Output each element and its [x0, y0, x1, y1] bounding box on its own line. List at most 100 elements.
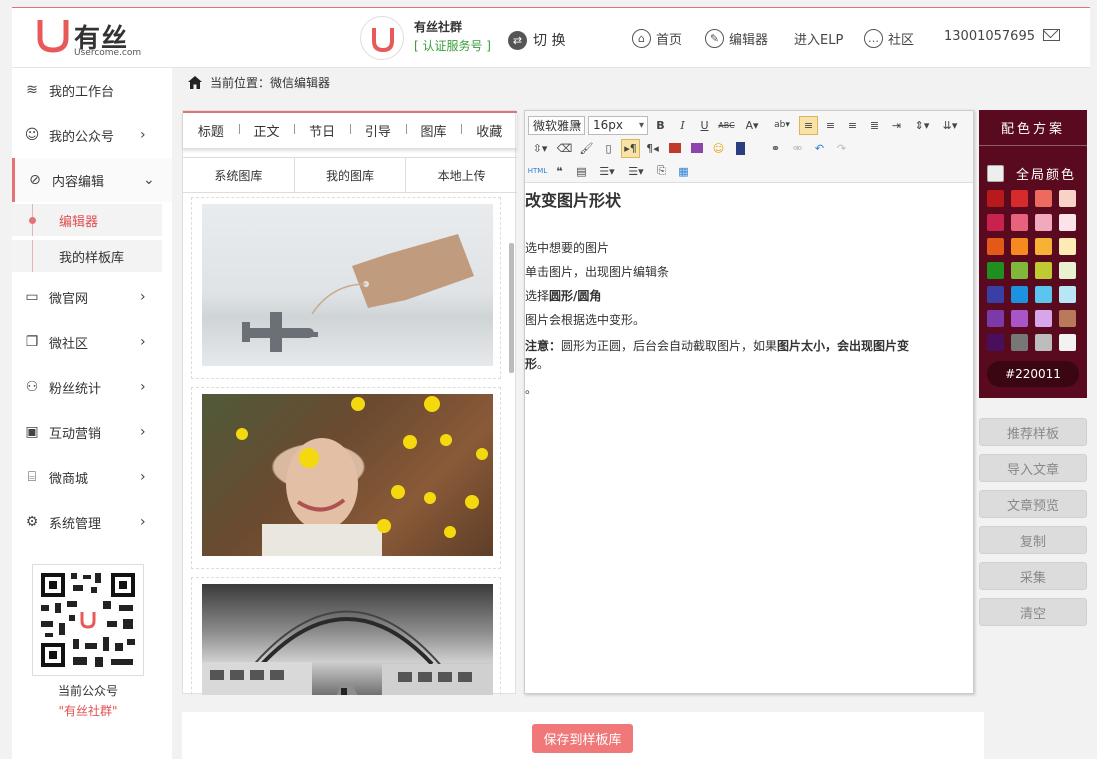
color-swatch[interactable] — [1011, 310, 1028, 327]
color-swatch[interactable] — [1035, 262, 1052, 279]
color-swatch[interactable] — [1059, 310, 1076, 327]
color-swatch[interactable] — [987, 214, 1004, 231]
strikethrough-icon[interactable]: ABC — [717, 116, 736, 135]
sidebar-item-workbench[interactable]: ≋ 我的工作台 — [12, 68, 172, 112]
eraser-icon[interactable]: ⌫ — [555, 139, 574, 158]
color-swatch[interactable] — [1011, 214, 1028, 231]
color-swatch[interactable] — [1035, 214, 1052, 231]
subtab-system-gallery[interactable]: 系统图库 — [183, 158, 295, 192]
color-swatch[interactable] — [1059, 238, 1076, 255]
multi-image-icon[interactable] — [687, 139, 706, 158]
undo-icon[interactable]: ↶ — [810, 139, 829, 158]
preview-article-button[interactable]: 文章预览 — [979, 490, 1087, 518]
sidebar-item-content-edit[interactable]: ⊘ 内容编辑 ⌄ — [12, 158, 172, 202]
nav-community[interactable]: … 社区 — [864, 29, 914, 48]
color-swatch[interactable] — [1011, 238, 1028, 255]
format-painter-icon[interactable]: 🖌 — [577, 139, 596, 158]
sidebar-item-marketing[interactable]: ▣ 互动营销 › — [12, 410, 172, 454]
bold-icon[interactable]: B — [651, 116, 670, 135]
font-color-icon[interactable]: A▾ — [739, 116, 765, 135]
color-swatch[interactable] — [1059, 262, 1076, 279]
sidebar-item-micro-site[interactable]: ▭ 微官网 › — [12, 275, 172, 319]
align-justify-icon[interactable]: ≣ — [865, 116, 884, 135]
color-swatch[interactable] — [1011, 286, 1028, 303]
indent-icon[interactable]: ⇥ — [887, 116, 906, 135]
nav-elp[interactable]: 进入ELP — [794, 29, 843, 48]
account-avatar[interactable] — [360, 16, 404, 60]
align-right-icon[interactable]: ≡ — [843, 116, 862, 135]
tab-title[interactable]: 标题 — [183, 121, 239, 140]
font-size-select[interactable]: 16px — [588, 115, 648, 135]
color-swatch[interactable] — [1035, 334, 1052, 351]
user-phone[interactable]: 13001057695 — [944, 29, 1035, 44]
ordered-list-icon[interactable]: ☰▾ — [594, 162, 620, 181]
import-article-button[interactable]: 导入文章 — [979, 454, 1087, 482]
redo-icon[interactable]: ↷ — [832, 139, 851, 158]
tab-body[interactable]: 正文 — [238, 121, 295, 140]
color-swatch[interactable] — [987, 238, 1004, 255]
link-icon[interactable]: ⚭ — [766, 139, 785, 158]
gallery-scrollbar[interactable] — [509, 243, 514, 373]
find-replace-icon[interactable]: ⎘ — [652, 162, 671, 181]
unlink-icon[interactable]: ⚮ — [788, 139, 807, 158]
clear-button[interactable]: 清空 — [979, 598, 1087, 626]
color-swatch[interactable] — [1035, 238, 1052, 255]
tab-favorites[interactable]: 收藏 — [461, 121, 517, 140]
sidebar-subitem-templates[interactable]: 我的样板库 — [12, 240, 162, 272]
table-icon[interactable]: ▦ — [674, 162, 693, 181]
paste-icon[interactable]: ▤ — [572, 162, 591, 181]
subtab-my-gallery[interactable]: 我的图库 — [295, 158, 407, 192]
unordered-list-icon[interactable]: ☰▾ — [623, 162, 649, 181]
color-swatch[interactable] — [1059, 190, 1076, 207]
gallery-item[interactable] — [191, 387, 501, 569]
color-swatch[interactable] — [1011, 262, 1028, 279]
color-swatch[interactable] — [987, 262, 1004, 279]
paragraph-spacing-icon[interactable]: ⇊▾ — [938, 116, 962, 135]
font-family-select[interactable]: 微软雅黑 — [528, 115, 585, 135]
gallery-item[interactable] — [191, 577, 501, 695]
mail-icon[interactable] — [1043, 29, 1060, 41]
color-swatch[interactable] — [1035, 310, 1052, 327]
switch-account-button[interactable]: ⇄ 切 换 — [508, 30, 565, 50]
image-icon[interactable] — [665, 139, 684, 158]
blockquote-icon[interactable]: ❝ — [550, 162, 569, 181]
collect-button[interactable]: 采集 — [979, 562, 1087, 590]
subtab-local-upload[interactable]: 本地上传 — [406, 158, 517, 192]
sidebar-item-system[interactable]: ⚙ 系统管理 › — [12, 500, 172, 544]
color-swatch[interactable] — [987, 286, 1004, 303]
logo[interactable]: 有丝 Usercome.com — [36, 16, 146, 60]
copy-button[interactable]: 复制 — [979, 526, 1087, 554]
emoji-icon[interactable]: ☺ — [709, 139, 728, 158]
rtl-icon[interactable]: ¶◂ — [643, 139, 662, 158]
checkbox[interactable] — [987, 165, 1004, 182]
recommend-template-button[interactable]: 推荐样板 — [979, 418, 1087, 446]
ltr-icon[interactable]: ▸¶ — [621, 138, 640, 158]
video-icon[interactable] — [731, 139, 750, 158]
html-icon[interactable]: HTML — [528, 162, 547, 181]
highlight-color-icon[interactable]: ab▾ — [768, 116, 796, 135]
color-swatch[interactable] — [1059, 286, 1076, 303]
color-swatch[interactable] — [987, 310, 1004, 327]
save-to-template-button[interactable]: 保存到样板库 — [532, 724, 633, 753]
italic-icon[interactable]: I — [673, 116, 692, 135]
align-center-icon[interactable]: ≡ — [821, 116, 840, 135]
selected-color-hex[interactable]: #220011 — [987, 361, 1079, 387]
color-swatch[interactable] — [1059, 334, 1076, 351]
color-swatch[interactable] — [1011, 334, 1028, 351]
tab-festival[interactable]: 节日 — [294, 121, 350, 140]
nav-editor[interactable]: ✎ 编辑器 — [705, 29, 768, 48]
line-height-icon[interactable]: ⇕▾ — [909, 116, 935, 135]
align-left-icon[interactable]: ≡ — [799, 115, 818, 135]
row-spacing-icon[interactable]: ⇳▾ — [528, 139, 552, 158]
color-swatch[interactable] — [1035, 286, 1052, 303]
nav-home[interactable]: ⌂ 首页 — [632, 29, 682, 48]
sidebar-item-micro-community[interactable]: ❐ 微社区 › — [12, 320, 172, 364]
global-color-toggle[interactable]: 全局颜色 — [987, 164, 1079, 183]
sidebar-item-fan-stats[interactable]: ⚇ 粉丝统计 › — [12, 365, 172, 409]
sidebar-subitem-editor[interactable]: 编辑器 — [12, 204, 162, 236]
color-swatch[interactable] — [1011, 190, 1028, 207]
color-swatch[interactable] — [987, 190, 1004, 207]
color-swatch[interactable] — [987, 334, 1004, 351]
tab-guide[interactable]: 引导 — [350, 121, 406, 140]
color-swatch[interactable] — [1059, 214, 1076, 231]
